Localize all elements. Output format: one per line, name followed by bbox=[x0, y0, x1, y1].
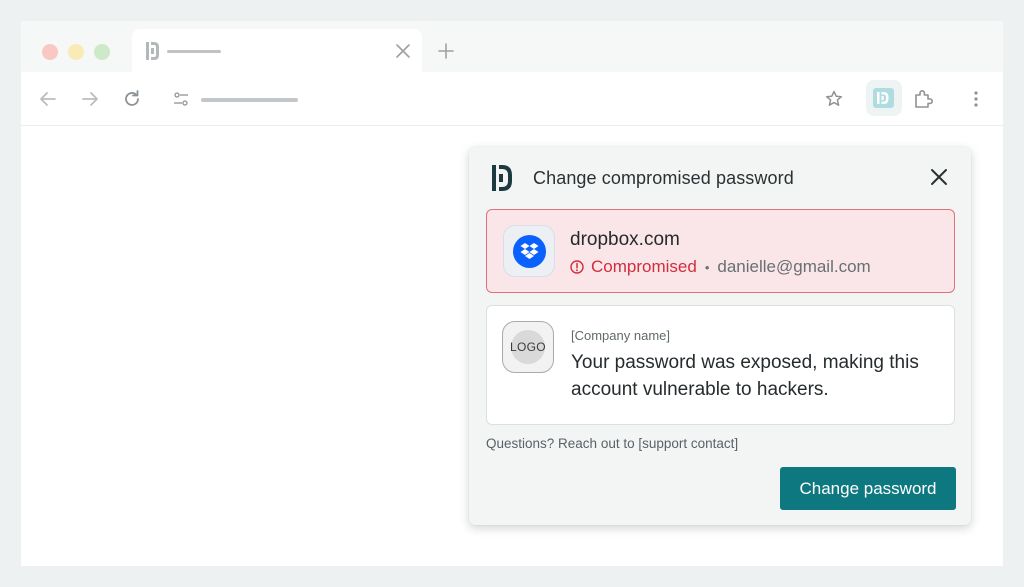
tab-close-icon[interactable] bbox=[394, 42, 412, 60]
url-text bbox=[201, 98, 298, 102]
company-name: [Company name] bbox=[571, 328, 670, 343]
extensions-puzzle-icon[interactable] bbox=[912, 87, 936, 111]
support-help-text: Questions? Reach out to [support contact… bbox=[486, 436, 739, 451]
change-password-popup: Change compromised password dropbox.com bbox=[469, 147, 971, 525]
address-bar[interactable] bbox=[161, 79, 851, 119]
warning-circle-icon bbox=[570, 260, 584, 274]
window-minimize-control[interactable] bbox=[68, 44, 84, 60]
exposure-message: Your password was exposed, making this a… bbox=[571, 352, 919, 400]
site-settings-icon[interactable] bbox=[173, 91, 189, 107]
browser-menu-icon[interactable] bbox=[966, 89, 986, 109]
company-logo-tile: LOGO bbox=[502, 321, 554, 373]
window-close-control[interactable] bbox=[42, 44, 58, 60]
reload-icon[interactable] bbox=[122, 89, 142, 109]
popup-title: Change compromised password bbox=[533, 168, 794, 188]
back-arrow-icon[interactable] bbox=[38, 89, 58, 109]
site-icon-tile bbox=[503, 225, 555, 277]
browser-toolbar bbox=[21, 72, 1003, 126]
change-password-button[interactable]: Change password bbox=[780, 467, 956, 510]
active-tab[interactable] bbox=[132, 29, 422, 72]
dashlane-extension-icon bbox=[873, 88, 894, 108]
logo-label: LOGO bbox=[510, 340, 546, 354]
forward-arrow-icon[interactable] bbox=[80, 89, 100, 109]
tab-strip bbox=[21, 21, 1003, 72]
bookmark-star-icon[interactable] bbox=[824, 89, 844, 109]
compromised-status: Compromised bbox=[591, 257, 697, 276]
dropbox-icon bbox=[513, 235, 546, 268]
meta-separator: • bbox=[704, 259, 710, 275]
credential-email: danielle@gmail.com bbox=[717, 257, 871, 276]
dashlane-extension-button[interactable] bbox=[866, 80, 902, 116]
tab-title bbox=[167, 50, 221, 53]
new-tab-plus-icon[interactable] bbox=[437, 42, 455, 60]
company-message-card: LOGO [Company name] Your password was ex… bbox=[486, 305, 955, 425]
compromised-credential-card[interactable]: dropbox.com Compromised • danielle@gmail… bbox=[486, 209, 955, 293]
browser-window: Change compromised password dropbox.com bbox=[21, 21, 1003, 566]
close-icon[interactable] bbox=[930, 168, 948, 186]
dashlane-logo-icon bbox=[492, 165, 512, 191]
dashlane-logo-icon bbox=[146, 42, 159, 60]
credential-meta: Compromised • danielle@gmail.com bbox=[570, 257, 871, 277]
window-maximize-control[interactable] bbox=[94, 44, 110, 60]
credential-site: dropbox.com bbox=[570, 229, 680, 250]
